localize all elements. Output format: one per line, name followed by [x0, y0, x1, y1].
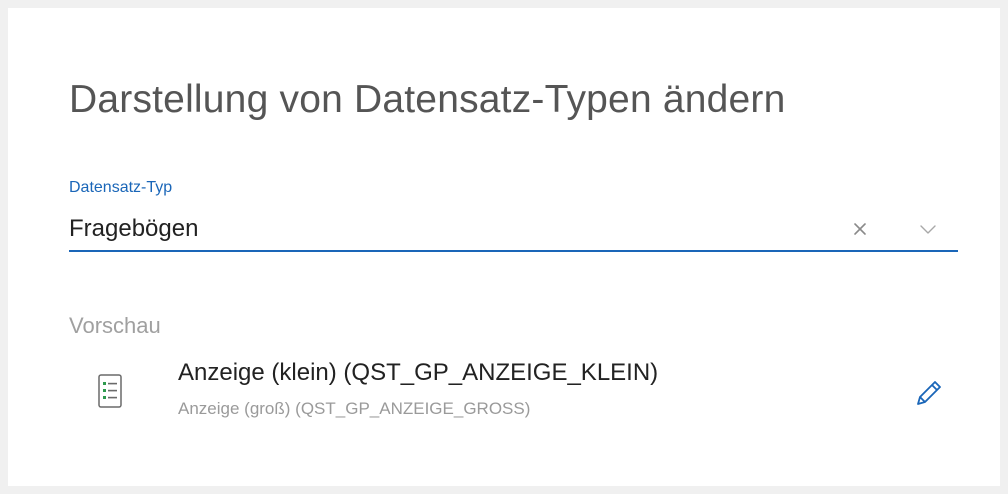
dialog-title: Darstellung von Datensatz-Typen ändern — [69, 78, 786, 121]
preview-primary-text: Anzeige (klein) (QST_GP_ANZEIGE_KLEIN) — [178, 359, 659, 386]
chevron-down-icon[interactable] — [915, 216, 941, 242]
preview-secondary-text: Anzeige (groß) (QST_GP_ANZEIGE_GROSS) — [178, 399, 531, 418]
preview-heading: Vorschau — [69, 313, 161, 338]
record-type-select[interactable]: Datensatz-Typ — [69, 178, 958, 254]
record-type-underline — [69, 250, 958, 252]
close-icon[interactable] — [847, 216, 873, 242]
document-list-icon — [98, 374, 122, 408]
change-record-type-display-dialog: Darstellung von Datensatz-Typen ändern D… — [8, 8, 1000, 486]
record-type-input[interactable] — [69, 212, 829, 246]
preview-list-item: Anzeige (klein) (QST_GP_ANZEIGE_KLEIN) A… — [88, 354, 968, 434]
pencil-icon[interactable] — [910, 374, 946, 410]
record-type-label: Datensatz-Typ — [69, 179, 173, 196]
